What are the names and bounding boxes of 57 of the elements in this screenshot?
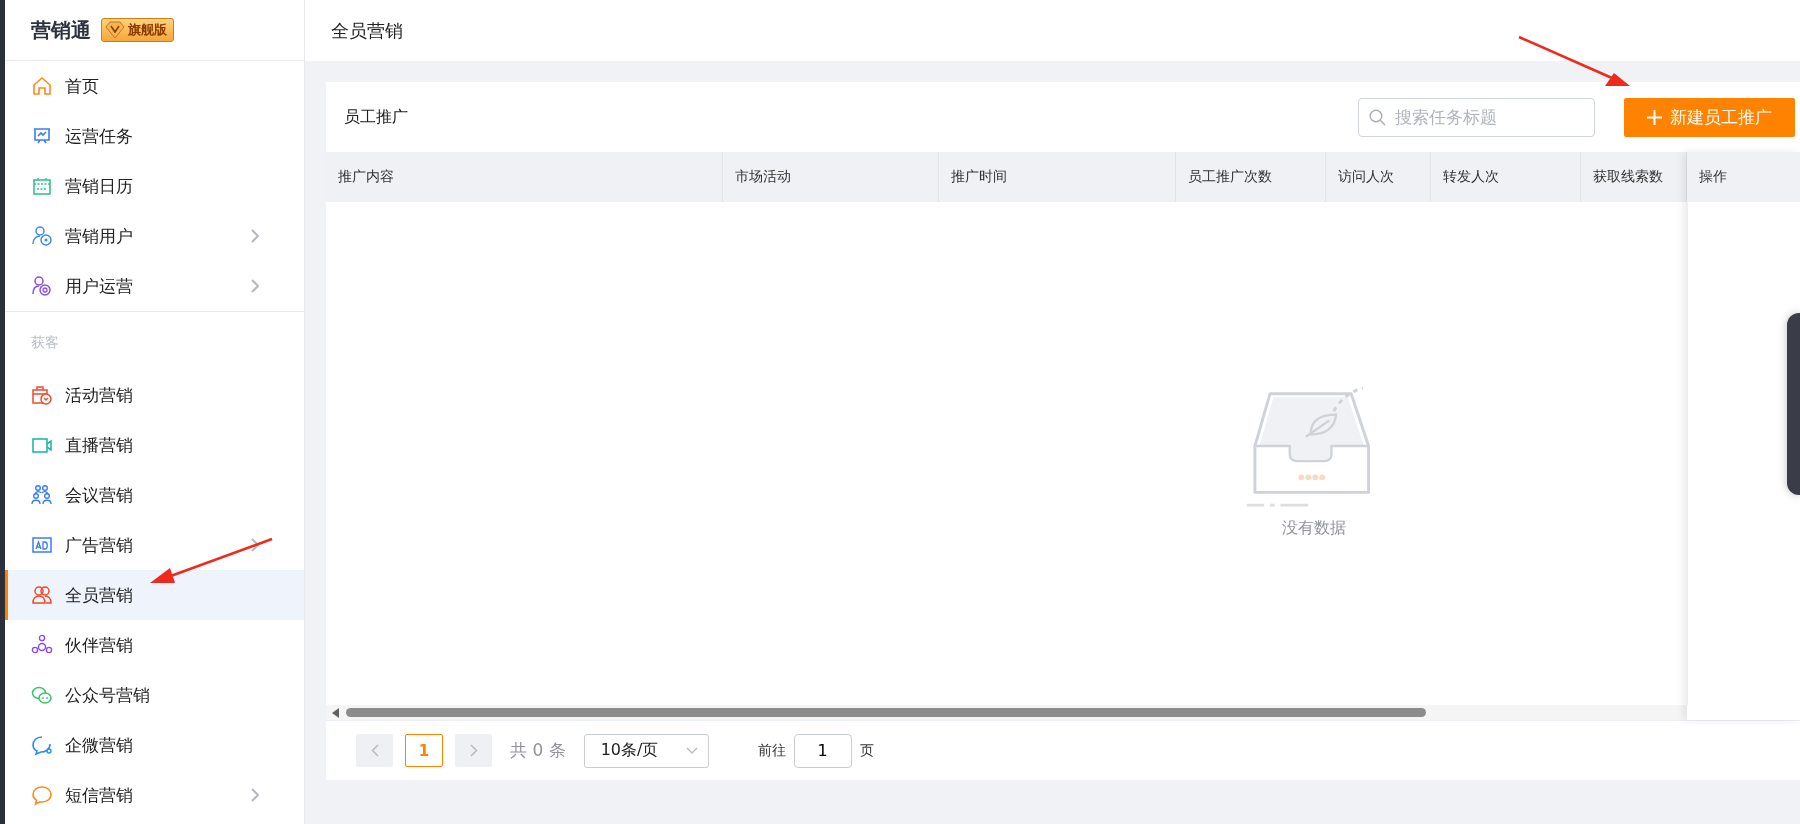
menu-icon	[31, 534, 53, 556]
chevron-right-icon	[469, 744, 478, 757]
sidebar-item[interactable]: 营销用户	[5, 211, 304, 261]
menu-icon	[31, 784, 53, 806]
sidebar-item[interactable]: 直播营销	[5, 420, 304, 470]
chevron-right-icon	[251, 538, 259, 552]
edition-badge: 旗舰版	[101, 18, 174, 42]
sidebar-item[interactable]: 短信营销	[5, 770, 304, 820]
chevron-left-icon	[370, 744, 379, 757]
menu-icon	[31, 225, 53, 247]
chevron-right-icon	[251, 229, 259, 243]
chevron-down-icon	[685, 746, 698, 755]
sidebar-item[interactable]: 公众号营销	[5, 670, 304, 720]
chevron-right-icon	[251, 788, 259, 802]
goto-label: 前往	[757, 741, 786, 760]
sidebar-item[interactable]: 营销日历	[5, 161, 304, 211]
page-suffix: 页	[859, 741, 874, 760]
goto-page-field[interactable]: 1	[793, 733, 852, 768]
search-field[interactable]: 搜索任务标题	[1358, 97, 1595, 137]
sidebar-item[interactable]: 广告营销	[5, 520, 304, 570]
sidebar-item[interactable]: 活动营销	[5, 370, 304, 420]
sidebar-item[interactable]: 首页	[5, 61, 304, 111]
empty-message: 没有数据	[1281, 518, 1346, 539]
sidebar-item[interactable]: 用户运营	[5, 261, 304, 311]
total-count: 共 0 条	[510, 739, 566, 762]
menu-icon	[31, 175, 53, 197]
page-title: 全员营销	[331, 18, 403, 43]
plus-icon	[1647, 109, 1662, 125]
column-header: 转发人次	[1431, 152, 1581, 202]
horizontal-scrollbar[interactable]	[326, 705, 1687, 720]
menu-icon	[31, 75, 53, 97]
search-icon	[1369, 108, 1386, 126]
card-title: 员工推广	[344, 106, 408, 128]
page-size-select[interactable]: 10条/页	[583, 733, 709, 768]
chevron-right-icon	[251, 279, 259, 293]
menu-icon	[31, 384, 53, 406]
menu-icon	[31, 584, 53, 606]
menu-icon	[31, 484, 53, 506]
sidebar-item[interactable]: 企微营销	[5, 720, 304, 770]
column-header: 推广内容	[326, 152, 723, 202]
column-header: 操作	[1687, 152, 1800, 202]
column-header: 推广时间	[939, 152, 1176, 202]
sidebar-item[interactable]: 全员营销	[5, 570, 304, 620]
sidebar-item[interactable]: 会议营销	[5, 470, 304, 520]
column-header: 访问人次	[1326, 152, 1431, 202]
sidebar-item[interactable]: 伙伴营销	[5, 620, 304, 670]
column-header: 市场活动	[723, 152, 939, 202]
menu-icon	[31, 684, 53, 706]
section-label: 获客	[31, 334, 59, 350]
column-header: 员工推广次数	[1176, 152, 1326, 202]
sidebar-item[interactable]: 运营任务	[5, 111, 304, 161]
scroll-left-icon[interactable]	[332, 707, 340, 718]
menu-icon	[31, 634, 53, 656]
menu-icon	[31, 734, 53, 756]
floating-widget[interactable]	[1787, 313, 1800, 495]
brand-name: 营销通	[31, 16, 91, 44]
menu-icon	[31, 275, 53, 297]
